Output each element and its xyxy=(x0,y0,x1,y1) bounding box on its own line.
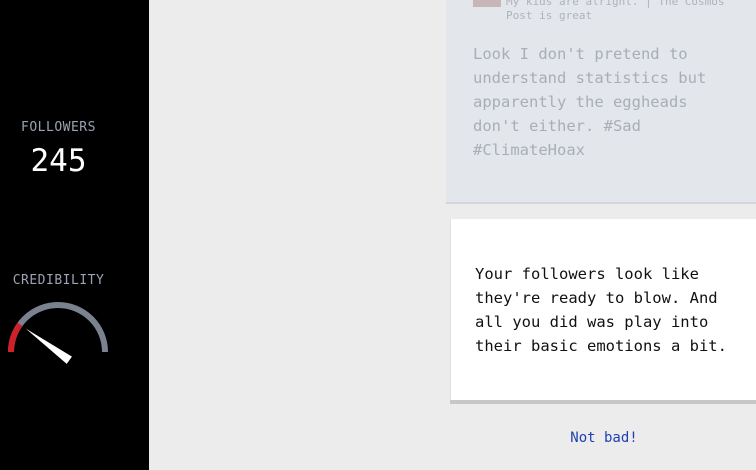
post-headline-line1: My kids are alright. | The Cosmos xyxy=(506,0,725,8)
post-headline: My kids are alright. | The Cosmos Post i… xyxy=(506,0,746,23)
narrator-message-text: Your followers look like they're ready t… xyxy=(475,265,727,355)
gauge-needle xyxy=(25,328,72,364)
gauge-track xyxy=(8,302,108,353)
gauge-danger-zone xyxy=(8,322,23,353)
credibility-gauge xyxy=(8,302,108,364)
feed: My kids are alright. | The Cosmos Post i… xyxy=(446,0,756,470)
post-body: Look I don't pretend to understand stati… xyxy=(473,45,707,159)
sidebar: FOLLOWERS 245 CREDIBILITY xyxy=(0,0,149,470)
post-headline-line2: Post is great xyxy=(506,9,593,22)
post-avatar xyxy=(473,0,501,7)
faded-post-card: My kids are alright. | The Cosmos Post i… xyxy=(446,0,756,204)
followers-count: 245 xyxy=(30,143,87,179)
continue-button[interactable]: Not bad! xyxy=(446,430,756,446)
followers-label: FOLLOWERS xyxy=(21,120,96,135)
credibility-label: CREDIBILITY xyxy=(12,273,105,288)
narrator-message-card: Your followers look like they're ready t… xyxy=(450,219,756,400)
